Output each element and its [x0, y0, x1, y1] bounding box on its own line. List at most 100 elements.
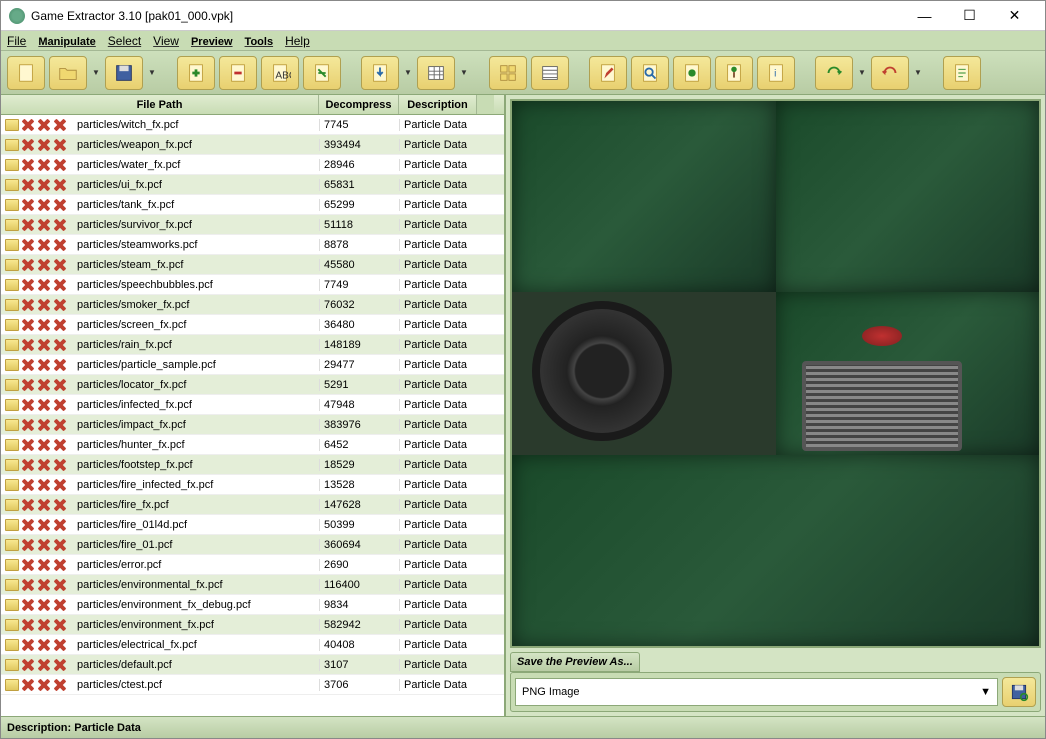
- cell-description: Particle Data: [399, 599, 477, 611]
- table-row[interactable]: particles/steamworks.pcf8878Particle Dat…: [1, 235, 504, 255]
- dropdown-icon: ▼: [980, 686, 991, 698]
- menu-view[interactable]: View: [153, 34, 179, 48]
- table-row[interactable]: particles/fire_fx.pcf147628Particle Data: [1, 495, 504, 515]
- table-row[interactable]: particles/speechbubbles.pcf7749Particle …: [1, 275, 504, 295]
- table-row[interactable]: particles/fire_01l4d.pcf50399Particle Da…: [1, 515, 504, 535]
- table-row[interactable]: particles/error.pcf2690Particle Data: [1, 555, 504, 575]
- table-row[interactable]: particles/locator_fx.pcf5291Particle Dat…: [1, 375, 504, 395]
- x-icon: [21, 578, 35, 592]
- redo-button[interactable]: [815, 56, 853, 90]
- table-row[interactable]: particles/environment_fx.pcf582942Partic…: [1, 615, 504, 635]
- table-row[interactable]: particles/water_fx.pcf28946Particle Data: [1, 155, 504, 175]
- cell-filepath: particles/fire_fx.pcf: [75, 499, 319, 511]
- menu-preview[interactable]: Preview: [191, 34, 233, 48]
- menu-select[interactable]: Select: [108, 34, 141, 48]
- file-icon: [5, 219, 19, 231]
- cell-decompress: 29477: [319, 359, 399, 371]
- file-icon: [5, 539, 19, 551]
- minimize-button[interactable]: —: [902, 1, 947, 30]
- table-row[interactable]: particles/fire_01.pcf360694Particle Data: [1, 535, 504, 555]
- row-icons: [1, 318, 75, 332]
- table-row[interactable]: particles/impact_fx.pcf383976Particle Da…: [1, 415, 504, 435]
- table-row[interactable]: particles/ui_fx.pcf65831Particle Data: [1, 175, 504, 195]
- table-row[interactable]: particles/survivor_fx.pcf51118Particle D…: [1, 215, 504, 235]
- new-button[interactable]: [7, 56, 45, 90]
- x-icon: [53, 618, 67, 632]
- search-button[interactable]: [631, 56, 669, 90]
- save-dropdown[interactable]: ▼: [147, 68, 157, 77]
- cell-description: Particle Data: [399, 139, 477, 151]
- cell-description: Particle Data: [399, 399, 477, 411]
- table-button[interactable]: [417, 56, 455, 90]
- replace-button[interactable]: [303, 56, 341, 90]
- cell-decompress: 36480: [319, 319, 399, 331]
- table-row[interactable]: particles/steam_fx.pcf45580Particle Data: [1, 255, 504, 275]
- table-dropdown[interactable]: ▼: [459, 68, 469, 77]
- undo-button[interactable]: [871, 56, 909, 90]
- menu-tools[interactable]: Tools: [245, 34, 274, 48]
- x-icon: [53, 458, 67, 472]
- menu-file[interactable]: File: [7, 34, 26, 48]
- file-icon: [5, 339, 19, 351]
- redo-dropdown[interactable]: ▼: [857, 68, 867, 77]
- table-row[interactable]: particles/fire_infected_fx.pcf13528Parti…: [1, 475, 504, 495]
- cell-decompress: 7745: [319, 119, 399, 131]
- close-button[interactable]: ✕: [992, 1, 1037, 30]
- cell-decompress: 9834: [319, 599, 399, 611]
- cell-filepath: particles/rain_fx.pcf: [75, 339, 319, 351]
- table-row[interactable]: particles/environmental_fx.pcf116400Part…: [1, 575, 504, 595]
- header-filepath[interactable]: File Path: [1, 95, 319, 114]
- thumbnails-button[interactable]: [489, 56, 527, 90]
- maximize-button[interactable]: ☐: [947, 1, 992, 30]
- x-icon: [37, 358, 51, 372]
- menu-manipulate[interactable]: Manipulate: [38, 34, 95, 48]
- cell-decompress: 3107: [319, 659, 399, 671]
- header-description[interactable]: Description: [399, 95, 477, 114]
- menu-help[interactable]: Help: [285, 34, 310, 48]
- table-row[interactable]: particles/smoker_fx.pcf76032Particle Dat…: [1, 295, 504, 315]
- table-row[interactable]: particles/screen_fx.pcf36480Particle Dat…: [1, 315, 504, 335]
- table-row[interactable]: particles/ctest.pcf3706Particle Data: [1, 675, 504, 695]
- x-icon: [21, 658, 35, 672]
- format-select[interactable]: PNG Image ▼: [515, 678, 998, 706]
- table-row[interactable]: particles/tank_fx.pcf65299Particle Data: [1, 195, 504, 215]
- row-icons: [1, 198, 75, 212]
- x-icon: [53, 378, 67, 392]
- tree-button[interactable]: [715, 56, 753, 90]
- script-button[interactable]: [943, 56, 981, 90]
- edit-button[interactable]: [589, 56, 627, 90]
- cell-filepath: particles/ui_fx.pcf: [75, 179, 319, 191]
- table-row[interactable]: particles/weapon_fx.pcf393494Particle Da…: [1, 135, 504, 155]
- cell-description: Particle Data: [399, 519, 477, 531]
- info-button[interactable]: i: [757, 56, 795, 90]
- table-row[interactable]: particles/footstep_fx.pcf18529Particle D…: [1, 455, 504, 475]
- open-button[interactable]: [49, 56, 87, 90]
- settings-button[interactable]: [673, 56, 711, 90]
- table-row[interactable]: particles/environment_fx_debug.pcf9834Pa…: [1, 595, 504, 615]
- cell-filepath: particles/survivor_fx.pcf: [75, 219, 319, 231]
- cell-filepath: particles/environment_fx_debug.pcf: [75, 599, 319, 611]
- save-preview-button[interactable]: [1002, 677, 1036, 707]
- table-row[interactable]: particles/hunter_fx.pcf6452Particle Data: [1, 435, 504, 455]
- undo-dropdown[interactable]: ▼: [913, 68, 923, 77]
- extract-dropdown[interactable]: ▼: [403, 68, 413, 77]
- add-button[interactable]: [177, 56, 215, 90]
- table-row[interactable]: particles/particle_sample.pcf29477Partic…: [1, 355, 504, 375]
- x-icon: [37, 418, 51, 432]
- save-button[interactable]: [105, 56, 143, 90]
- open-dropdown[interactable]: ▼: [91, 68, 101, 77]
- table-row[interactable]: particles/infected_fx.pcf47948Particle D…: [1, 395, 504, 415]
- extract-button[interactable]: [361, 56, 399, 90]
- table-row[interactable]: particles/witch_fx.pcf7745Particle Data: [1, 115, 504, 135]
- rename-button[interactable]: ABC: [261, 56, 299, 90]
- cell-decompress: 2690: [319, 559, 399, 571]
- table-row[interactable]: particles/electrical_fx.pcf40408Particle…: [1, 635, 504, 655]
- table-row[interactable]: particles/default.pcf3107Particle Data: [1, 655, 504, 675]
- details-button[interactable]: [531, 56, 569, 90]
- file-icon: [5, 299, 19, 311]
- table-body[interactable]: particles/witch_fx.pcf7745Particle Datap…: [1, 115, 504, 716]
- x-icon: [21, 598, 35, 612]
- header-decompress[interactable]: Decompress: [319, 95, 399, 114]
- remove-button[interactable]: [219, 56, 257, 90]
- table-row[interactable]: particles/rain_fx.pcf148189Particle Data: [1, 335, 504, 355]
